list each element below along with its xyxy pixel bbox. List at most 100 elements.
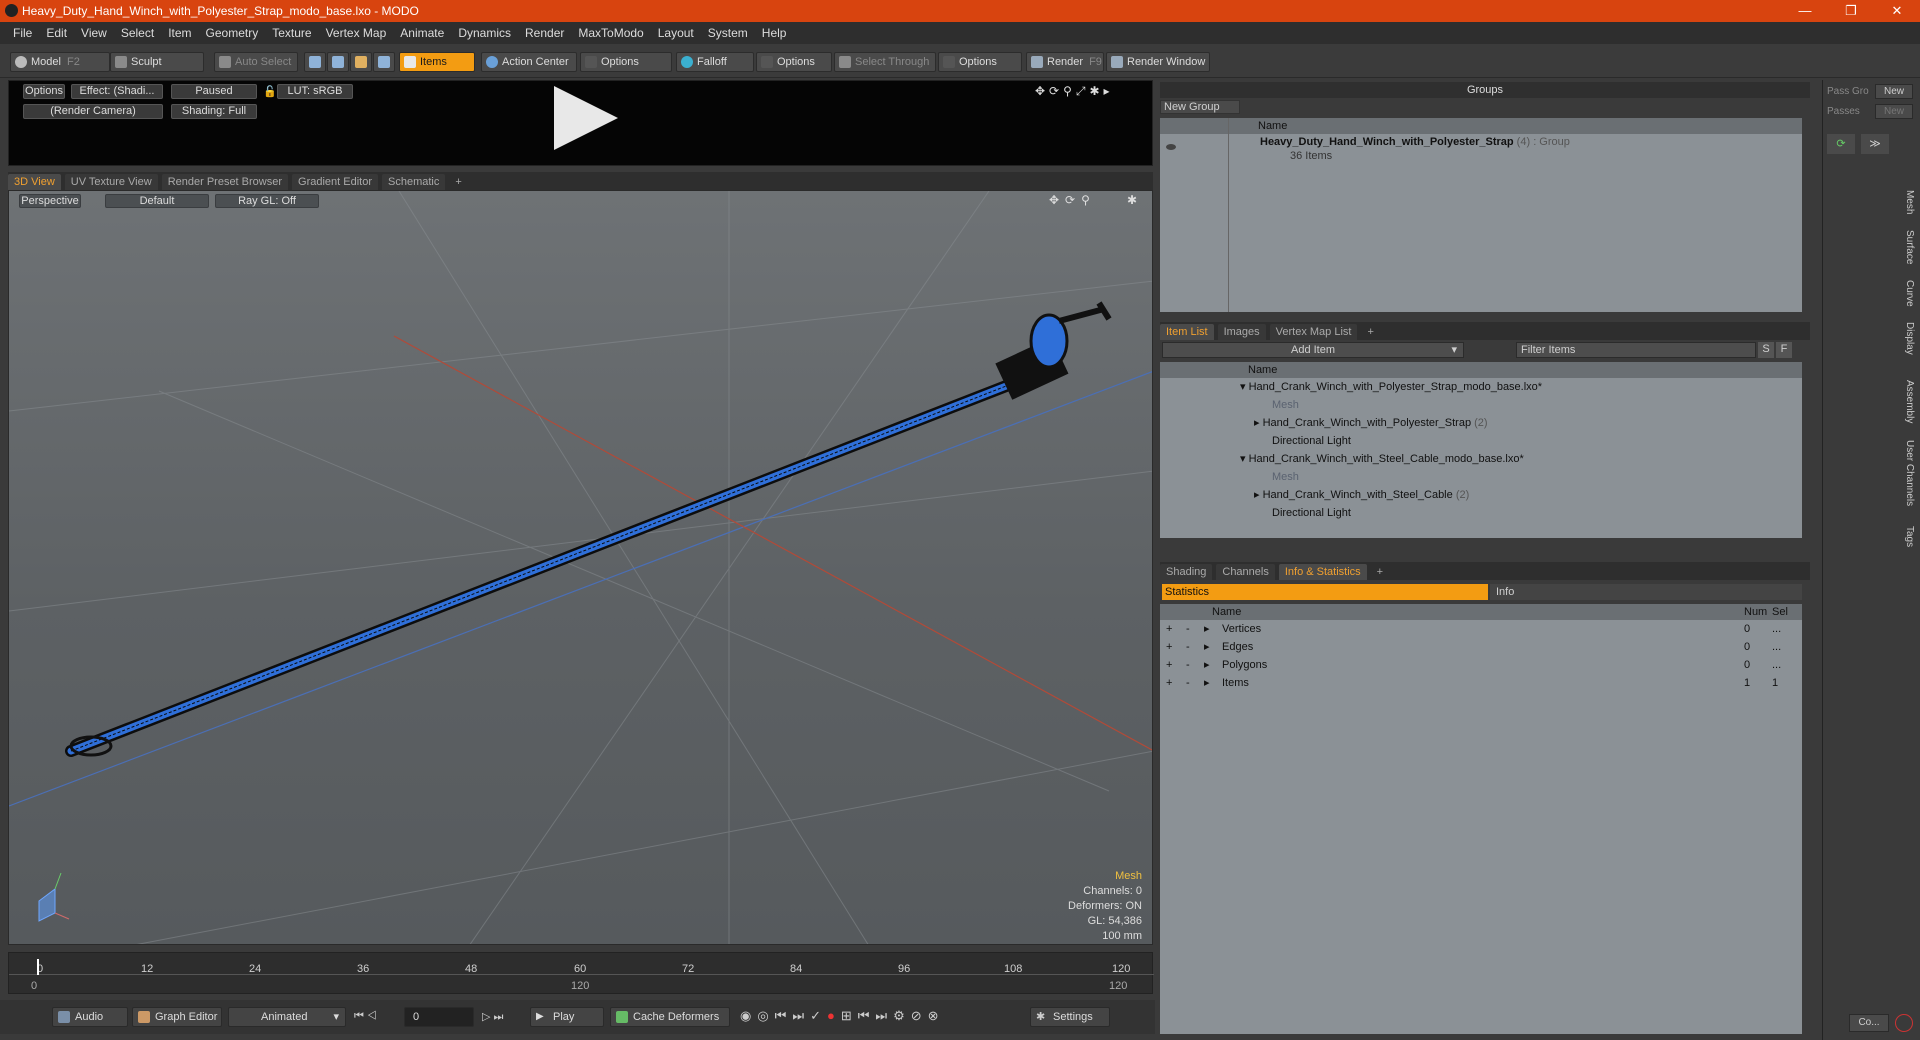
add-tab-button[interactable]: + (1361, 324, 1379, 340)
new-pass-group-button[interactable]: New (1875, 84, 1913, 99)
sculpt-button[interactable]: Sculpt (110, 52, 204, 72)
tab-shading[interactable]: Shading (1160, 564, 1213, 580)
side-tab-assembly[interactable]: Assembly (1899, 380, 1915, 423)
preview-options-button[interactable]: Options (23, 84, 65, 99)
cache-deformers-button[interactable]: Cache Deformers (610, 1007, 730, 1027)
eye-icon[interactable] (1166, 144, 1176, 150)
locator-row[interactable]: ▸ Hand_Crank_Winch_with_Steel_Cable (2) (1160, 486, 1469, 504)
side-tab-user-channels[interactable]: User Channels (1899, 440, 1915, 506)
menu-help[interactable]: Help (755, 26, 794, 40)
tab-render-preset-browser[interactable]: Render Preset Browser (161, 174, 289, 190)
camera-dropdown[interactable]: (Render Camera) (23, 104, 163, 119)
refresh-icon[interactable]: ⟳ (1827, 134, 1855, 154)
playhead[interactable] (37, 959, 39, 975)
menu-dynamics[interactable]: Dynamics (451, 26, 518, 40)
menu-file[interactable]: File (6, 26, 39, 40)
effect-dropdown[interactable]: Effect: (Shadi... (71, 84, 163, 99)
stop-icon[interactable] (1895, 1014, 1913, 1032)
info-tab[interactable]: Info (1490, 584, 1802, 600)
menu-system[interactable]: System (701, 26, 755, 40)
menu-edit[interactable]: Edit (39, 26, 74, 40)
menu-animate[interactable]: Animate (393, 26, 451, 40)
tab-channels[interactable]: Channels (1216, 564, 1275, 580)
stats-row-vertices[interactable]: + - ▸ Vertices 0... (1160, 620, 1802, 638)
items-mode-button[interactable]: Items (399, 52, 475, 72)
tab-item-list[interactable]: Item List (1160, 324, 1214, 340)
lock-icon[interactable]: 🔓 (263, 85, 277, 98)
tab-uv-texture-view[interactable]: UV Texture View (64, 174, 158, 190)
close-button[interactable]: ✕ (1874, 0, 1920, 22)
light-row[interactable]: Directional Light (1160, 504, 1351, 522)
tab-gradient-editor[interactable]: Gradient Editor (292, 174, 378, 190)
scene-row[interactable]: ▾ Hand_Crank_Winch_with_Polyester_Strap_… (1160, 378, 1542, 396)
stats-row-items[interactable]: + - ▸ Items 1 1 (1160, 674, 1802, 692)
menu-geometry[interactable]: Geometry (199, 26, 266, 40)
keyframe-tools-icons[interactable]: ◉◎⏮⏭✓●⊞⏮⏭⚙⊘⊗ (740, 1008, 945, 1024)
action-center-options[interactable]: Options (580, 52, 672, 72)
tab-info-statistics[interactable]: Info & Statistics (1278, 564, 1367, 580)
viewport-nav-icons[interactable]: ✥⟳⚲ (1049, 193, 1096, 207)
new-pass-button[interactable]: New (1875, 104, 1913, 119)
menu-render[interactable]: Render (518, 26, 571, 40)
animated-dropdown[interactable]: Animated ▾ (228, 1007, 346, 1027)
filter-items-input[interactable]: Filter Items (1516, 342, 1756, 358)
raygl-dropdown[interactable]: Ray GL: Off (215, 194, 319, 208)
menu-item[interactable]: Item (161, 26, 198, 40)
select-through-button[interactable]: Select Through (834, 52, 936, 72)
3d-viewport[interactable]: Perspective Default Ray GL: Off ✥⟳⚲ ✱ Me… (8, 190, 1153, 945)
timeline[interactable]: 0 12 24 36 48 60 72 84 96 108 120 0 120 … (8, 952, 1154, 994)
tab-schematic[interactable]: Schematic (382, 174, 446, 190)
filter-f-button[interactable]: F (1776, 342, 1792, 358)
add-tab-button[interactable]: + (449, 174, 467, 190)
menu-texture[interactable]: Texture (265, 26, 318, 40)
menu-maxtomodo[interactable]: MaxToModo (571, 26, 650, 40)
menu-vertex-map[interactable]: Vertex Map (319, 26, 394, 40)
materials-mode-button[interactable] (373, 52, 395, 72)
lut-dropdown[interactable]: LUT: sRGB (277, 84, 353, 99)
preview-nav-icons[interactable]: ✥⟳⚲⤢✱▸ (1035, 84, 1114, 99)
shading-style-dropdown[interactable]: Default (105, 194, 209, 208)
tab-images[interactable]: Images (1217, 324, 1266, 340)
minimize-button[interactable]: — (1782, 0, 1828, 22)
new-group-button[interactable]: New Group (1160, 100, 1240, 114)
polygons-mode-button[interactable] (350, 52, 372, 72)
tab-3d-view[interactable]: 3D View (8, 174, 61, 190)
filter-s-button[interactable]: S (1758, 342, 1774, 358)
graph-editor-button[interactable]: Graph Editor (132, 1007, 222, 1027)
step-skip-forward-icons[interactable]: ▷⏭ (482, 1010, 506, 1024)
side-tab-mesh[interactable]: Mesh (1899, 190, 1915, 214)
add-tab-button[interactable]: + (1371, 564, 1389, 580)
play-icon[interactable] (554, 86, 618, 150)
maximize-button[interactable]: ❐ (1828, 0, 1874, 22)
falloff-button[interactable]: Falloff (676, 52, 754, 72)
settings-button[interactable]: ✱ Settings (1030, 1007, 1110, 1027)
stats-row-edges[interactable]: + - ▸ Edges 0... (1160, 638, 1802, 656)
tab-vertex-map-list[interactable]: Vertex Map List (1269, 324, 1358, 340)
menu-view[interactable]: View (74, 26, 114, 40)
group-item[interactable]: Heavy_Duty_Hand_Winch_with_Polyester_Str… (1260, 136, 1570, 148)
expand-icon[interactable]: ≫ (1861, 134, 1889, 154)
menu-select[interactable]: Select (114, 26, 161, 40)
audio-button[interactable]: Audio (52, 1007, 128, 1027)
command-input[interactable]: Co... (1849, 1014, 1889, 1032)
side-tab-tags[interactable]: Tags (1899, 526, 1915, 547)
viewport-gear-icon[interactable]: ✱ (1127, 193, 1137, 207)
select-through-options[interactable]: Options (938, 52, 1022, 72)
model-button[interactable]: Model F2 (10, 52, 110, 72)
scene-row[interactable]: ▾ Hand_Crank_Winch_with_Steel_Cable_modo… (1160, 450, 1524, 468)
side-tab-display[interactable]: Display (1899, 322, 1915, 355)
render-button[interactable]: Render F9 (1026, 52, 1104, 72)
auto-select-button[interactable]: Auto Select (214, 52, 298, 72)
light-row[interactable]: Directional Light (1160, 432, 1351, 450)
side-tab-surface[interactable]: Surface (1899, 230, 1915, 264)
perspective-dropdown[interactable]: Perspective (19, 194, 81, 208)
vertices-mode-button[interactable] (304, 52, 326, 72)
mesh-row[interactable]: Mesh (1160, 468, 1299, 486)
paused-button[interactable]: Paused (171, 84, 257, 99)
side-tab-curve[interactable]: Curve (1899, 280, 1915, 307)
menu-layout[interactable]: Layout (651, 26, 701, 40)
falloff-options[interactable]: Options (756, 52, 832, 72)
mesh-row[interactable]: Mesh (1160, 396, 1299, 414)
edges-mode-button[interactable] (327, 52, 349, 72)
play-button[interactable]: ▶ Play (530, 1007, 604, 1027)
